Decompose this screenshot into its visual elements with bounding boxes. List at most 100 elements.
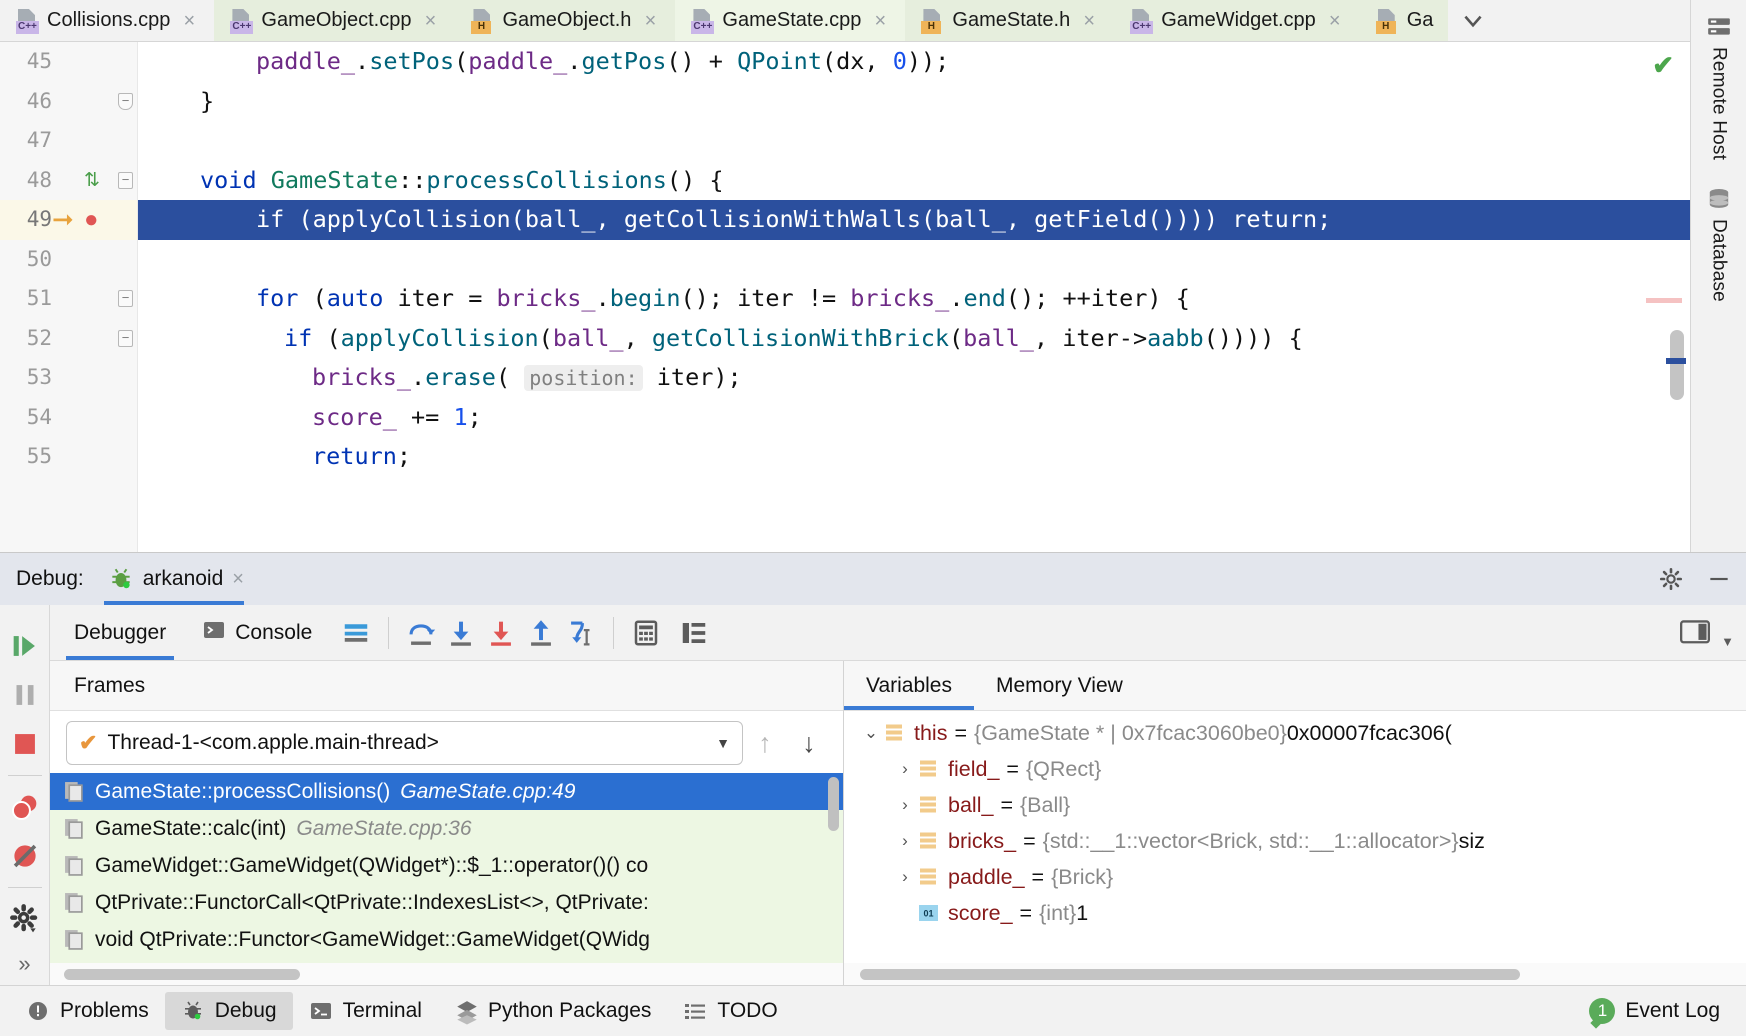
gutter-row[interactable]: 46− (0, 82, 137, 122)
code-line[interactable]: score_ += 1; (138, 398, 1690, 438)
variable-row[interactable]: ›bricks_={std::__1::vector<Brick, std::_… (844, 823, 1746, 859)
gutter-row[interactable]: 54 (0, 398, 137, 438)
editor-tab-gamestate-h[interactable]: HGameState.h× (905, 0, 1114, 41)
frame-list-item[interactable]: GameState::processCollisions()GameState.… (50, 773, 843, 810)
gutter-row[interactable]: 51− (0, 279, 137, 319)
frame-list-item[interactable]: GameWidget::GameWidget(QWidget*)::$_1::o… (50, 847, 843, 884)
editor-gutter[interactable]: 4546−4748⇅−49➞●5051−52−535455 (0, 42, 138, 552)
editor-tab-bar[interactable]: C++Collisions.cpp×C++GameObject.cpp×HGam… (0, 0, 1690, 42)
pause-program-icon[interactable] (2, 670, 48, 719)
chevron-right-icon[interactable]: › (892, 795, 918, 815)
variable-row[interactable]: 01score_={int} 1 (844, 895, 1746, 931)
variables-pane-header[interactable]: VariablesMemory View (844, 661, 1746, 711)
variable-row[interactable]: ⌄this={GameState * | 0x7fcac3060be0} 0x0… (844, 715, 1746, 751)
step-out-icon[interactable] (521, 613, 561, 653)
gear-icon[interactable] (1658, 566, 1684, 592)
status-bar-item-terminal[interactable]: Terminal (293, 992, 438, 1030)
variable-row[interactable]: ›paddle_={Brick} (844, 859, 1746, 895)
gutter-row[interactable]: 52− (0, 319, 137, 359)
frame-list-item[interactable]: void QtPrivate::Functor<GameWidget::Game… (50, 921, 843, 958)
variables-horizontal-scrollbar[interactable] (844, 963, 1746, 985)
view-breakpoints-icon[interactable] (2, 782, 48, 831)
gutter-row[interactable]: 53 (0, 358, 137, 398)
variables-list[interactable]: ⌄this={GameState * | 0x7fcac3060be0} 0x0… (844, 711, 1746, 963)
gutter-row[interactable]: 49➞● (0, 200, 137, 240)
layout-settings-icon[interactable] (336, 613, 376, 653)
stop-icon[interactable] (2, 720, 48, 769)
chevron-down-icon[interactable]: ▼ (716, 735, 730, 751)
editor-tab-gamewidget-cpp[interactable]: C++GameWidget.cpp× (1114, 0, 1360, 41)
debugger-toolbar[interactable]: Debugger Console (50, 605, 1746, 661)
status-bar-item-problems[interactable]: Problems (10, 992, 165, 1030)
fold-marker[interactable]: − (118, 330, 133, 347)
minimize-icon[interactable] (1706, 566, 1732, 592)
code-line[interactable]: void GameState::processCollisions() { (138, 161, 1690, 201)
error-stripe-marker[interactable] (1646, 298, 1682, 303)
tab-overflow-chevron-down-icon[interactable] (1448, 0, 1498, 41)
right-tool-stripe[interactable]: Remote Host Database (1690, 0, 1746, 552)
tab-console[interactable]: Console (184, 605, 330, 660)
evaluate-expression-icon[interactable] (626, 613, 666, 653)
editor-tab-collisions-cpp[interactable]: C++Collisions.cpp× (0, 0, 214, 41)
step-into-icon[interactable] (441, 613, 481, 653)
status-bar-item-python-packages[interactable]: Python Packages (438, 992, 667, 1030)
editor-tab-gamestate-cpp[interactable]: C++GameState.cpp× (675, 0, 905, 41)
gutter-row[interactable]: 48⇅− (0, 161, 137, 201)
frames-hscroll-thumb[interactable] (64, 969, 300, 980)
fold-marker[interactable]: − (118, 93, 133, 110)
frame-list-item[interactable]: GameState::calc(int)GameState.cpp:36 (50, 810, 843, 847)
chevron-right-icon[interactable]: › (892, 759, 918, 779)
status-bar-item-event-log[interactable]: 1Event Log (1573, 992, 1736, 1030)
code-line[interactable]: bricks_.erase( position: iter); (138, 358, 1690, 398)
tab-debugger[interactable]: Debugger (56, 605, 184, 660)
close-tab-icon[interactable]: × (1325, 11, 1345, 31)
breakpoint-verified-icon[interactable]: ● (84, 200, 99, 240)
right-stripe-item-remote-host[interactable]: Remote Host (1706, 14, 1732, 160)
more-actions-icon[interactable]: » (2, 943, 48, 985)
move-frame-up-button[interactable]: ↑ (743, 721, 787, 765)
chevron-down-icon[interactable]: ⌄ (858, 723, 884, 743)
method-separator-icon[interactable]: ⇅ (84, 161, 100, 201)
fold-marker[interactable]: − (118, 290, 133, 307)
resume-program-icon[interactable] (2, 621, 48, 670)
restore-layout-icon[interactable] (1675, 613, 1715, 653)
gutter-row[interactable]: 55 (0, 437, 137, 477)
status-bar-item-debug[interactable]: Debug (165, 992, 293, 1030)
variable-row[interactable]: ›field_={QRect} (844, 751, 1746, 787)
move-frame-down-button[interactable]: ↓ (787, 721, 831, 765)
editor-vertical-scrollbar[interactable] (1670, 330, 1684, 400)
layout-dropdown-caret-icon[interactable]: ▼ (1721, 634, 1734, 649)
editor-tab-gameobject-h[interactable]: HGameObject.h× (455, 0, 675, 41)
force-step-into-icon[interactable] (481, 613, 521, 653)
code-line[interactable]: paddle_.setPos(paddle_.getPos() + QPoint… (138, 42, 1690, 82)
inspection-ok-icon[interactable]: ✔ (1652, 50, 1674, 81)
variables-hscroll-thumb[interactable] (860, 969, 1520, 980)
close-tab-icon[interactable]: × (420, 11, 440, 31)
code-editor[interactable]: 4546−4748⇅−49➞●5051−52−535455 paddle_.se… (0, 42, 1690, 552)
mute-breakpoints-icon[interactable] (2, 832, 48, 881)
status-bar[interactable]: ProblemsDebugTerminalPython PackagesTODO… (0, 985, 1746, 1036)
close-tab-icon[interactable]: × (640, 11, 660, 31)
tab-memory-view[interactable]: Memory View (974, 661, 1145, 710)
editor-tab-gameobject-cpp[interactable]: C++GameObject.cpp× (214, 0, 455, 41)
gutter-row[interactable]: 45 (0, 42, 137, 82)
debug-actions-rail[interactable]: » (0, 605, 50, 985)
settings-icon[interactable] (2, 894, 48, 943)
variable-row[interactable]: ›ball_={Ball} (844, 787, 1746, 823)
code-line[interactable]: if (applyCollision(ball_, getCollisionWi… (138, 200, 1690, 240)
close-tab-icon[interactable]: × (1079, 11, 1099, 31)
tab-variables[interactable]: Variables (844, 661, 974, 710)
status-bar-item-todo[interactable]: TODO (667, 992, 793, 1030)
right-stripe-item-database[interactable]: Database (1706, 186, 1732, 302)
chevron-right-icon[interactable]: › (892, 867, 918, 887)
run-to-cursor-icon[interactable] (561, 613, 601, 653)
code-line[interactable] (138, 240, 1690, 280)
frame-list-item[interactable]: QtPrivate::FunctorCall<QtPrivate::Indexe… (50, 884, 843, 921)
frames-horizontal-scrollbar[interactable] (50, 963, 843, 985)
chevron-right-icon[interactable]: › (892, 831, 918, 851)
code-text-area[interactable]: paddle_.setPos(paddle_.getPos() + QPoint… (138, 42, 1690, 552)
frames-vertical-scrollbar[interactable] (828, 777, 839, 831)
show-variables-icon[interactable] (674, 613, 714, 653)
frames-list[interactable]: GameState::processCollisions()GameState.… (50, 773, 843, 963)
fold-marker[interactable]: − (118, 172, 133, 189)
